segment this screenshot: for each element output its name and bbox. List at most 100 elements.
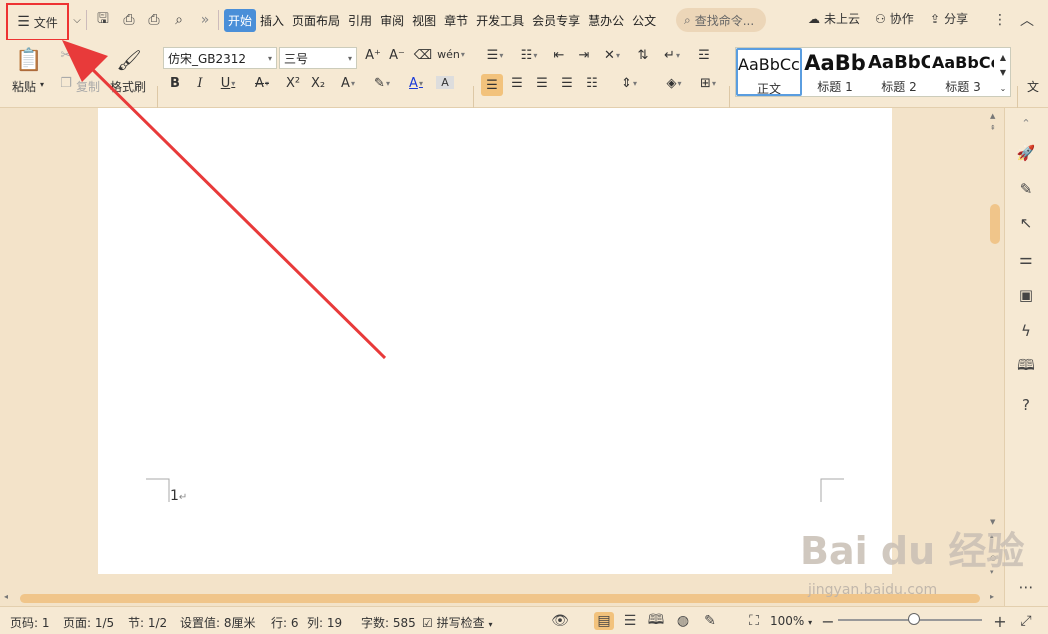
sort-icon[interactable]: ⇅ <box>633 48 653 63</box>
scroll-right-icon[interactable]: ▸ <box>990 592 994 601</box>
italic-icon[interactable]: I <box>191 76 209 91</box>
fullscreen-icon[interactable]: ⤢ <box>1016 612 1036 630</box>
format-painter-label[interactable]: 格式刷 <box>110 78 146 95</box>
eye-protection-icon[interactable]: 👁 <box>550 612 570 630</box>
pen-icon[interactable]: ✎ <box>1015 178 1037 200</box>
zoom-slider-handle[interactable] <box>908 613 920 625</box>
table-of-contents-icon[interactable]: ☲ <box>694 48 714 63</box>
more-icon[interactable]: » <box>194 10 216 30</box>
tab-member[interactable]: 会员专享 <box>528 9 584 32</box>
image-tool-icon[interactable]: ▣ <box>1015 284 1037 306</box>
styles-scroll-down-icon[interactable]: ▼ <box>996 65 1010 79</box>
copy-label[interactable]: 复制 <box>76 78 100 95</box>
superscript-icon[interactable]: X² <box>282 76 304 91</box>
print-icon[interactable]: ⎙ <box>143 10 165 30</box>
font-size-select[interactable]: 三号 ▾ <box>279 47 357 69</box>
outline-view-icon[interactable]: ☰ <box>620 612 640 630</box>
zoom-out-icon[interactable]: − <box>818 612 838 631</box>
underline-icon[interactable]: U ▾ <box>214 76 242 91</box>
style-heading-3[interactable]: AaBbCcI 标题 3 <box>932 48 994 96</box>
highlight-icon[interactable]: ✎ ▾ <box>367 76 397 91</box>
zoom-level[interactable]: 100% ▾ <box>770 614 812 628</box>
styles-expand-icon[interactable]: ⌄ <box>996 81 1010 95</box>
numbered-list-icon[interactable]: ☷ ▾ <box>515 48 543 63</box>
more-options-icon[interactable]: ⋮ <box>989 10 1011 30</box>
fit-page-icon[interactable]: ⛶ <box>744 612 764 630</box>
font-color-icon[interactable]: A ▾ <box>402 76 430 91</box>
collaborate-button[interactable]: ⚇ 协作 <box>875 10 914 27</box>
panel-collapse-icon[interactable]: ⌃ <box>1015 112 1037 134</box>
tab-references[interactable]: 引用 <box>344 9 376 32</box>
line-spacing-icon[interactable]: ⇕ ▾ <box>614 76 644 91</box>
cursor-icon[interactable]: ↖ <box>1015 212 1037 234</box>
paste-label[interactable]: 粘贴 <box>12 78 36 95</box>
clear-format-icon[interactable]: ⌫ <box>413 48 433 63</box>
chinese-layout-icon[interactable]: ✕ ▾ <box>598 48 626 63</box>
styles-scroll-up-icon[interactable]: ▲ <box>996 50 1010 64</box>
font-name-select[interactable]: 仿宋_GB2312 ▾ <box>163 47 277 69</box>
reading-view-icon[interactable]: 🕮 <box>646 612 666 630</box>
style-heading-1[interactable]: AaBb 标题 1 <box>804 48 866 96</box>
status-row[interactable]: 行: 6 <box>271 614 299 631</box>
status-word-count[interactable]: 字数: 585 <box>361 614 416 631</box>
decrease-indent-icon[interactable]: ⇤ <box>549 48 569 63</box>
character-shading-icon[interactable]: A <box>436 76 454 89</box>
style-normal[interactable]: AaBbCcDd 正文 <box>736 48 802 96</box>
page-number-text[interactable]: 1↵ <box>170 488 187 504</box>
ribbon-overflow-label[interactable]: 文 <box>1027 78 1039 95</box>
scroll-up-icon[interactable]: ▲ <box>990 112 995 120</box>
align-left-icon[interactable]: ☰ <box>481 74 503 96</box>
tab-home[interactable]: 开始 <box>224 9 257 32</box>
document-page[interactable]: 1↵ <box>98 108 892 574</box>
show-hide-marks-icon[interactable]: ↵ ▾ <box>658 48 686 63</box>
help-icon[interactable]: ? <box>1015 394 1037 416</box>
distributed-align-icon[interactable]: ☷ <box>582 76 602 91</box>
paste-dropdown-icon[interactable]: ▾ <box>40 80 44 89</box>
align-right-icon[interactable]: ☰ <box>532 76 552 91</box>
cut-icon[interactable]: ✂ <box>57 48 75 63</box>
decrease-font-icon[interactable]: A⁻ <box>388 48 406 63</box>
page-up-icon[interactable]: ⇞ <box>990 124 996 132</box>
paste-icon[interactable]: 📋 <box>15 47 42 73</box>
phonetic-guide-icon[interactable]: wén ▾ <box>437 48 465 61</box>
reading-icon[interactable]: 🕮 <box>1015 356 1037 378</box>
collapse-ribbon-icon[interactable]: ︿ <box>1016 10 1038 30</box>
borders-icon[interactable]: ⊞ ▾ <box>694 76 722 91</box>
share-button[interactable]: ⇪ 分享 <box>930 10 968 27</box>
status-col[interactable]: 列: 19 <box>307 614 342 631</box>
page-view-icon[interactable]: ▤ <box>594 612 614 630</box>
more-dots-icon[interactable]: ⋯ <box>1015 576 1037 598</box>
copy-icon[interactable]: ❐ <box>57 76 75 91</box>
tab-view[interactable]: 视图 <box>408 9 440 32</box>
spell-check-button[interactable]: ☑ 拼写检查 ▾ <box>422 614 492 631</box>
status-page-code[interactable]: 页码: 1 <box>10 614 50 631</box>
print-preview-icon[interactable]: ⌕ <box>168 10 190 30</box>
zoom-in-icon[interactable]: + <box>990 612 1010 631</box>
status-section[interactable]: 节: 1/2 <box>128 614 167 631</box>
tab-page-layout[interactable]: 页面布局 <box>288 9 344 32</box>
file-menu-button[interactable]: ☰ 文件 <box>6 3 69 41</box>
tab-section[interactable]: 章节 <box>440 9 472 32</box>
web-view-icon[interactable]: ◍ <box>673 612 693 630</box>
align-center-icon[interactable]: ☰ <box>507 76 527 91</box>
command-search[interactable]: ⌕ 查找命令... <box>676 8 766 32</box>
tab-official-doc[interactable]: 公文 <box>628 9 660 32</box>
status-page[interactable]: 页面: 1/5 <box>63 614 114 631</box>
export-pdf-icon[interactable]: ⎙ <box>118 10 140 30</box>
sliders-icon[interactable]: ⚌ <box>1015 248 1037 270</box>
tab-developer[interactable]: 开发工具 <box>472 9 528 32</box>
rocket-icon[interactable]: 🚀 <box>1015 142 1037 164</box>
shading-icon[interactable]: ◈ ▾ <box>659 76 689 91</box>
increase-font-icon[interactable]: A⁺ <box>364 48 382 63</box>
strikethrough-icon[interactable]: A ▾ <box>248 76 276 91</box>
style-heading-2[interactable]: AaBbC 标题 2 <box>868 48 930 96</box>
bold-icon[interactable]: B <box>166 76 184 91</box>
vertical-scroll-thumb[interactable] <box>990 204 1000 244</box>
increase-indent-icon[interactable]: ⇥ <box>574 48 594 63</box>
tab-insert[interactable]: 插入 <box>256 9 288 32</box>
writing-mode-icon[interactable]: ✎ <box>700 612 720 630</box>
scroll-left-icon[interactable]: ◂ <box>4 592 8 601</box>
save-icon[interactable]: 🖫 <box>92 10 114 30</box>
cloud-status-button[interactable]: ☁ 未上云 <box>808 10 860 27</box>
bullet-list-icon[interactable]: ☰ ▾ <box>481 48 509 63</box>
